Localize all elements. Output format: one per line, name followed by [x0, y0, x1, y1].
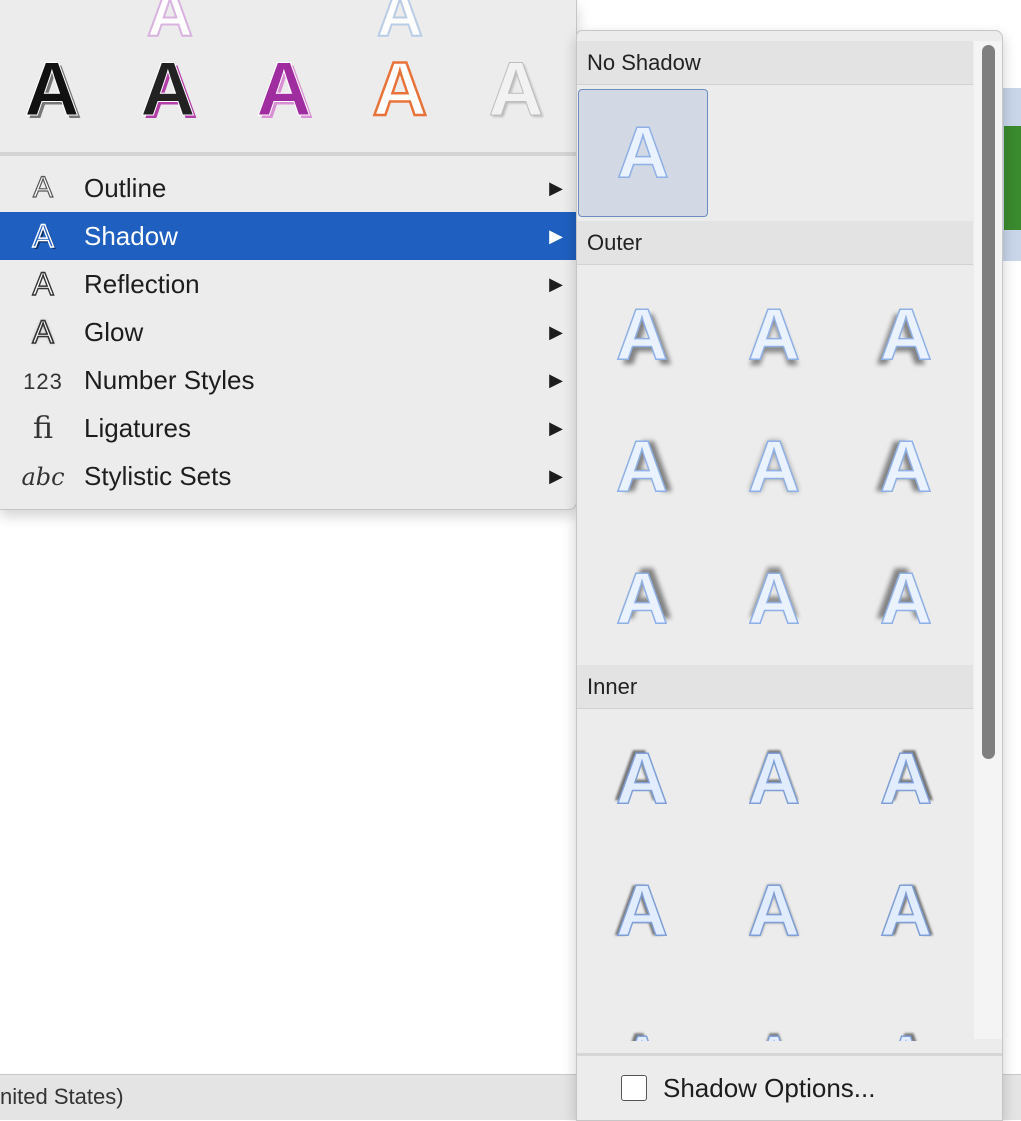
section-header-no-shadow: No Shadow [577, 41, 973, 85]
shadow-outer-6[interactable]: A [841, 403, 971, 531]
shadow-submenu: No Shadow A Outer A A A A A A A A A Inne… [576, 30, 1003, 1121]
shadow-options-checkbox[interactable] [621, 1075, 647, 1101]
ligature-fi-icon: fi [32, 410, 53, 446]
submenu-arrow-icon: ▶ [549, 417, 563, 438]
shadow-inner-7[interactable]: A [577, 991, 707, 1041]
shadow-inner-9[interactable]: A [841, 991, 971, 1041]
submenu-arrow-icon: ▶ [549, 369, 563, 390]
shadow-preview-glyph: A [754, 1025, 793, 1041]
shadow-preview-glyph: A [879, 738, 933, 820]
shadow-outer-5[interactable]: A [709, 403, 839, 531]
shadow-preview-glyph: A [615, 558, 669, 640]
menu-item-label: Shadow [84, 220, 178, 251]
menu-item-number-styles[interactable]: 123 Number Styles ▶ [0, 356, 576, 404]
submenu-arrow-icon: ▶ [549, 465, 563, 486]
menu-item-label: Number Styles [84, 364, 255, 395]
shadow-preview-glyph: A [747, 558, 801, 640]
shadow-preview-glyph: A [616, 112, 670, 194]
shadow-outer-3[interactable]: A [841, 271, 971, 399]
preset-orange-outline[interactable]: A [360, 48, 440, 131]
shadow-preview-glyph: A [879, 558, 933, 640]
menu-item-label: Reflection [84, 268, 200, 299]
submenu-arrow-icon: ▶ [549, 321, 563, 342]
shadow-options-button[interactable]: Shadow Options... [577, 1056, 1002, 1120]
document-green-shape [1004, 126, 1021, 230]
shadow-outer-4[interactable]: A [577, 403, 707, 531]
menu-item-ligatures[interactable]: fi Ligatures ▶ [0, 404, 576, 452]
preset-black-purple-shadow[interactable]: A [128, 49, 208, 130]
menu-separator [0, 152, 576, 156]
shadow-outer-1[interactable]: A [577, 271, 707, 399]
shadow-outer-8[interactable]: A [709, 535, 839, 663]
shadow-preview-glyph: A [622, 1025, 661, 1041]
glow-a-icon: A [32, 313, 55, 351]
section-header-outer: Outer [577, 221, 973, 265]
shadow-inner-2[interactable]: A [709, 715, 839, 843]
shadow-preview-glyph: A [615, 738, 669, 820]
shadow-preview-glyph: A [747, 870, 801, 952]
menu-item-shadow[interactable]: A Shadow ▶ [0, 212, 576, 260]
menu-item-reflection[interactable]: A Reflection ▶ [0, 260, 576, 308]
submenu-arrow-icon: ▶ [549, 177, 563, 198]
menu-item-label: Stylistic Sets [84, 460, 232, 491]
preset-purple[interactable]: A [244, 49, 324, 130]
preset-partial-blue[interactable]: A [370, 0, 430, 47]
menu-item-label: Outline [84, 172, 167, 203]
shadow-preview-glyph: A [886, 1025, 925, 1041]
shadow-preview-glyph: A [615, 426, 669, 508]
shadow-outer-9[interactable]: A [841, 535, 971, 663]
shadow-inner-row-partial: A A A [577, 991, 973, 1041]
section-header-inner: Inner [577, 665, 973, 709]
shadow-outer-2[interactable]: A [709, 271, 839, 399]
shadow-outer-7[interactable]: A [577, 535, 707, 663]
shadow-preview-glyph: A [747, 738, 801, 820]
shadow-inner-6[interactable]: A [841, 847, 971, 975]
shadow-option-none[interactable]: A [578, 89, 708, 217]
shadow-preview-glyph: A [747, 294, 801, 376]
preset-black-shadow[interactable]: A [12, 49, 92, 130]
menu-item-outline[interactable]: A Outline ▶ [0, 164, 576, 212]
document-background [576, 0, 1021, 30]
shadow-preview-glyph: A [615, 294, 669, 376]
shadow-preview-glyph: A [879, 870, 933, 952]
menu-item-label: Ligatures [84, 412, 191, 443]
shadow-inner-3[interactable]: A [841, 715, 971, 843]
shadow-inner-4[interactable]: A [577, 847, 707, 975]
shadow-options-label: Shadow Options... [663, 1072, 876, 1103]
submenu-arrow-icon: ▶ [549, 225, 563, 246]
submenu-arrow-icon: ▶ [549, 273, 563, 294]
status-bar-language[interactable]: nited States) [0, 1084, 124, 1110]
reflection-a-icon: A [32, 265, 55, 302]
menu-item-glow[interactable]: A Glow ▶ [0, 308, 576, 356]
number-styles-icon: 123 [23, 368, 63, 394]
preset-partial-purple[interactable]: A [140, 0, 200, 47]
shadow-preview-glyph: A [879, 426, 933, 508]
outline-a-icon: A [32, 170, 53, 204]
stylistic-sets-icon: abc [21, 462, 65, 491]
shadow-preview-glyph: A [879, 294, 933, 376]
submenu-scrollbar[interactable] [982, 45, 995, 759]
menu-item-stylistic-sets[interactable]: abc Stylistic Sets ▶ [0, 452, 576, 500]
shadow-preview-glyph: A [747, 426, 801, 508]
text-effect-presets: A A A A A A A [0, 0, 576, 152]
text-effects-menu: A A A A A A A A Outline ▶ A Shadow ▶ A R… [0, 0, 577, 510]
preset-gray-faded[interactable]: A [476, 49, 556, 130]
menu-item-label: Glow [84, 316, 144, 347]
shadow-inner-5[interactable]: A [709, 847, 839, 975]
shadow-preview-glyph: A [615, 870, 669, 952]
shadow-inner-1[interactable]: A [577, 715, 707, 843]
shadow-a-icon: A [32, 217, 55, 254]
shadow-inner-8[interactable]: A [709, 991, 839, 1041]
